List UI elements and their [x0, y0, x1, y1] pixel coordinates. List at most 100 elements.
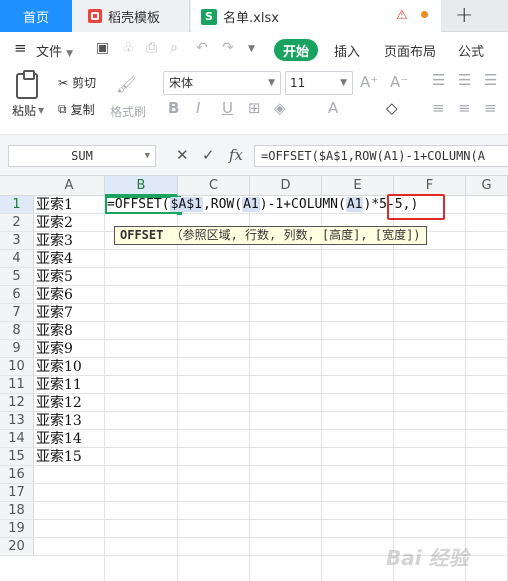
- row-header-17[interactable]: 17: [0, 484, 34, 502]
- export-icon[interactable]: ♧: [122, 40, 135, 56]
- cell-a7[interactable]: 亚索7: [36, 304, 73, 322]
- font-color-icon[interactable]: A: [328, 99, 338, 117]
- insert-function-icon[interactable]: fx: [229, 146, 243, 164]
- formula-input[interactable]: =OFFSET($A$1,ROW(A1)-1+COLUMN(A: [254, 145, 508, 167]
- docer-icon: [88, 9, 102, 23]
- row-header-14[interactable]: 14: [0, 430, 34, 448]
- menu-file[interactable]: 文件 ▼: [36, 41, 73, 60]
- cell-a10[interactable]: 亚索10: [36, 358, 82, 376]
- align-left-icon[interactable]: ≡: [432, 99, 445, 117]
- print-icon[interactable]: ⎙: [146, 40, 157, 56]
- column-header-e[interactable]: E: [322, 176, 394, 196]
- row-header-8[interactable]: 8: [0, 322, 34, 340]
- row-header-6[interactable]: 6: [0, 286, 34, 304]
- font-name-select[interactable]: 宋体 ▼: [163, 71, 281, 95]
- grid-line: [34, 339, 508, 340]
- row-header-19[interactable]: 19: [0, 520, 34, 538]
- cell-a1[interactable]: 亚索1: [36, 196, 73, 214]
- cell-a2[interactable]: 亚索2: [36, 214, 73, 232]
- row-header-4[interactable]: 4: [0, 250, 34, 268]
- align-middle-icon[interactable]: ☰: [458, 71, 471, 89]
- warning-icon[interactable]: ⚠: [396, 8, 408, 23]
- paste-button[interactable]: 粘贴 ▼: [12, 102, 44, 119]
- chevron-down-icon[interactable]: ▼: [248, 44, 255, 54]
- row-header-16[interactable]: 16: [0, 466, 34, 484]
- column-header-a[interactable]: A: [34, 176, 105, 196]
- redo-icon[interactable]: ↷: [222, 40, 234, 56]
- fill-color-icon[interactable]: ◈: [274, 99, 286, 117]
- column-header-f[interactable]: F: [394, 176, 466, 196]
- chevron-down-icon: ▼: [268, 78, 275, 88]
- undo-icon[interactable]: ↶: [196, 40, 208, 56]
- row-header-11[interactable]: 11: [0, 376, 34, 394]
- column-header-d[interactable]: D: [250, 176, 322, 196]
- cell-a6[interactable]: 亚索6: [36, 286, 73, 304]
- menu-start-button[interactable]: 开始: [274, 39, 318, 61]
- cell-a9[interactable]: 亚索9: [36, 340, 73, 358]
- cell-a13[interactable]: 亚索13: [36, 412, 82, 430]
- increase-font-icon[interactable]: A⁺: [360, 73, 378, 91]
- align-center-icon[interactable]: ≡: [458, 99, 471, 117]
- grid-line: [34, 267, 508, 268]
- row-header-3[interactable]: 3: [0, 232, 34, 250]
- row-header-10[interactable]: 10: [0, 358, 34, 376]
- spreadsheet-grid[interactable]: ABCDEFG 1 2 3 4 5 6 7 8 9 10 11 12 13 14 15 16 17 18 19 20 亚…: [0, 176, 508, 581]
- cell-a8[interactable]: 亚索8: [36, 322, 73, 340]
- confirm-check-icon[interactable]: ✓: [202, 146, 215, 164]
- hamburger-menu-icon[interactable]: ≡: [14, 39, 27, 57]
- grid-line: [177, 196, 178, 581]
- clear-format-icon[interactable]: ◇: [386, 99, 398, 117]
- cell-a11[interactable]: 亚索11: [36, 376, 82, 394]
- formula-ref: A1: [345, 197, 364, 212]
- underline-icon[interactable]: U: [222, 99, 233, 117]
- cancel-icon[interactable]: ✕: [176, 146, 189, 164]
- align-right-icon[interactable]: ≡: [484, 99, 497, 117]
- decrease-font-icon[interactable]: A⁻: [390, 73, 408, 91]
- row-header-9[interactable]: 9: [0, 340, 34, 358]
- cell-a15[interactable]: 亚索15: [36, 448, 82, 466]
- row-header-20[interactable]: 20: [0, 538, 34, 556]
- cell-b1-editor[interactable]: =OFFSET($A$1,ROW(A1)-1+COLUMN(A1)*5-5,): [107, 196, 418, 214]
- grid-line: [34, 447, 508, 448]
- new-tab-plus-icon[interactable]: +: [455, 3, 473, 28]
- menu-page-layout[interactable]: 页面布局: [384, 41, 436, 60]
- align-top-icon[interactable]: ☰: [432, 71, 445, 89]
- bold-icon[interactable]: B: [168, 99, 179, 117]
- grid-line: [34, 465, 508, 466]
- row-header-1[interactable]: 1: [0, 196, 34, 214]
- font-size-select[interactable]: 11 ▼: [285, 71, 353, 95]
- copy-button[interactable]: ⧉ 复制: [58, 101, 95, 118]
- column-header-g[interactable]: G: [466, 176, 508, 196]
- save-icon[interactable]: ▣: [96, 40, 109, 56]
- cell-a3[interactable]: 亚索3: [36, 232, 73, 250]
- border-icon[interactable]: ⊞: [248, 99, 261, 117]
- column-header-b[interactable]: B: [105, 176, 178, 196]
- row-header-18[interactable]: 18: [0, 502, 34, 520]
- row-header-2[interactable]: 2: [0, 214, 34, 232]
- print-preview-icon[interactable]: ⌕: [170, 40, 178, 56]
- cell-a14[interactable]: 亚索14: [36, 430, 82, 448]
- italic-icon[interactable]: I: [196, 99, 200, 117]
- name-box[interactable]: SUM ▼: [8, 145, 156, 167]
- cell-a5[interactable]: 亚索5: [36, 268, 73, 286]
- menu-insert[interactable]: 插入: [334, 41, 360, 60]
- grid-line: [34, 393, 508, 394]
- cut-button[interactable]: ✂ 剪切: [58, 74, 96, 91]
- menu-formula[interactable]: 公式: [458, 41, 484, 60]
- column-header-c[interactable]: C: [178, 176, 250, 196]
- row-header-5[interactable]: 5: [0, 268, 34, 286]
- tab-template[interactable]: 稻壳模板: [72, 0, 190, 32]
- grid-line: [34, 537, 508, 538]
- row-header-7[interactable]: 7: [0, 304, 34, 322]
- cell-a4[interactable]: 亚索4: [36, 250, 73, 268]
- paste-icon[interactable]: [16, 70, 38, 99]
- row-header-15[interactable]: 15: [0, 448, 34, 466]
- scissors-icon: ✂: [58, 75, 69, 90]
- align-bottom-icon[interactable]: ☰: [484, 71, 497, 89]
- row-header-12[interactable]: 12: [0, 394, 34, 412]
- cell-a12[interactable]: 亚索12: [36, 394, 82, 412]
- row-header-13[interactable]: 13: [0, 412, 34, 430]
- format-painter-button[interactable]: 格式刷: [110, 103, 146, 120]
- tab-home[interactable]: 首页: [0, 0, 72, 32]
- tab-file-label: 名单.xlsx: [223, 11, 279, 26]
